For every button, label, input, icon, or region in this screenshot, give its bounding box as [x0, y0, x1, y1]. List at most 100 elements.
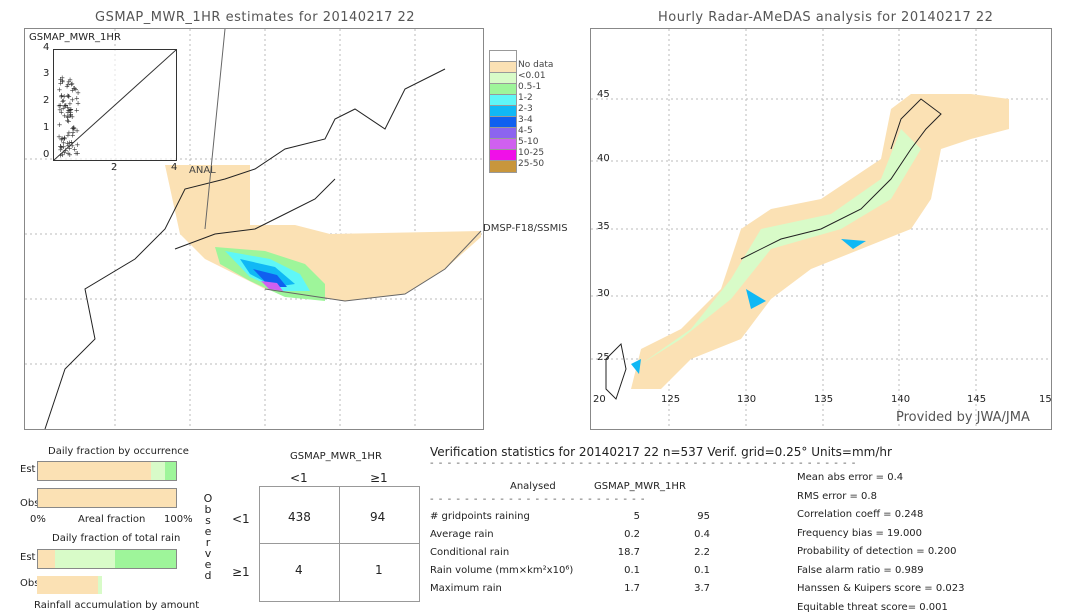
score: False alarm ratio = 0.989 — [797, 564, 924, 576]
occurrence-title: Daily fraction by occurrence — [48, 446, 189, 457]
score: Mean abs error = 0.4 — [797, 472, 904, 483]
scatter-point: + — [74, 127, 80, 135]
right-map-canvas — [591, 29, 1051, 429]
legend-label: 4-5 — [518, 126, 533, 136]
legend-label: 10-25 — [518, 148, 545, 158]
observed-label: Observed — [203, 493, 213, 581]
inset-xtick: 4 — [171, 162, 178, 173]
no-data-swath — [165, 165, 481, 301]
scatter-point: + — [58, 144, 64, 152]
lon-tick: 145 — [967, 394, 987, 405]
total-rain-obs-bar — [37, 576, 175, 594]
lat-tick: 25 — [597, 352, 610, 363]
score: Hanssen & Kuipers score = 0.023 — [797, 583, 965, 594]
total-rain-est-bar — [37, 549, 177, 569]
total-rain-title: Daily fraction of total rain — [52, 533, 181, 544]
est-label: Est — [20, 464, 36, 475]
legend-swatch — [489, 160, 517, 173]
scatter-point: + — [69, 139, 75, 147]
stats-estimate-value: 95 — [697, 511, 710, 522]
lat-tick: 45 — [597, 89, 610, 100]
stats-analysed-value: 0.2 — [624, 529, 640, 540]
bar-segment — [97, 576, 102, 594]
bar-segment — [54, 550, 116, 568]
legend-label: 3-4 — [518, 115, 533, 125]
stats-analysed-value: 5 — [633, 511, 640, 522]
bar-segment — [38, 462, 152, 480]
stats-label: Conditional rain — [430, 547, 510, 558]
inset-ytick: 2 — [43, 95, 50, 106]
anal-label: ANAL — [189, 165, 216, 176]
total-rain-footer: Rainfall accumulation by amount — [34, 600, 200, 611]
lon-tick: 130 — [737, 394, 757, 405]
col-analysed: Analysed — [510, 481, 556, 492]
axis-label: Areal fraction — [78, 514, 146, 525]
scatter-point: + — [66, 129, 72, 137]
legend-label: 0.5-1 — [518, 82, 542, 92]
stats-label: Maximum rain — [430, 583, 502, 594]
stats-analysed-value: 18.7 — [617, 547, 640, 558]
lat-tick: 20 — [593, 394, 606, 405]
est-label: Est — [20, 552, 36, 563]
occurrence-est-bar — [37, 461, 177, 481]
bar-segment — [38, 489, 176, 507]
axis-100: 100% — [164, 514, 193, 525]
analysis-coverage — [631, 94, 1009, 389]
col-ge: ≥1 — [370, 471, 388, 485]
score: Frequency bias = 19.000 — [797, 527, 923, 539]
right-map-title: Hourly Radar-AMeDAS analysis for 2014021… — [658, 10, 994, 25]
scatter-inset: + + + + + + + + + + + + + + + + + + + + + + + + + + + + + + + + + + + + + + + +… — [53, 49, 177, 161]
legend-label: <0.01 — [518, 71, 546, 81]
row-ge: ≥1 — [232, 565, 250, 579]
occurrence-obs-bar — [37, 488, 177, 508]
bar-segment — [151, 462, 165, 480]
axis-0: 0% — [30, 514, 46, 525]
scatter-point: + — [57, 121, 63, 129]
stats-analysed-value: 0.1 — [624, 565, 640, 576]
inset-ytick: 3 — [43, 68, 50, 79]
lon-tick: 135 — [814, 394, 834, 405]
scatter-point: + — [56, 133, 62, 141]
contingency-title: GSMAP_MWR_1HR — [290, 451, 382, 462]
score: Probability of detection = 0.200 — [797, 546, 957, 557]
col-estimate: GSMAP_MWR_1HR — [594, 481, 686, 492]
legend-label: No data — [518, 60, 554, 70]
inset-ytick: 4 — [43, 42, 50, 53]
row-lt: <1 — [232, 512, 250, 526]
lon-tick: 125 — [661, 394, 681, 405]
scatter-point: + — [74, 106, 80, 114]
legend-label: 5-10 — [518, 137, 539, 147]
scatter-point: + — [74, 95, 80, 103]
bar-segment — [37, 576, 98, 594]
inset-ytick: 0 — [43, 149, 50, 160]
stats-estimate-value: 2.2 — [694, 547, 710, 558]
scatter-point: + — [64, 83, 70, 91]
legend-label: 2-3 — [518, 104, 533, 114]
scatter-point: + — [67, 151, 73, 159]
stats-estimate-value: 0.1 — [694, 565, 710, 576]
cell-hit-none: 438 — [288, 510, 311, 524]
cell-miss: 4 — [295, 563, 303, 577]
bar-segment — [38, 550, 55, 568]
score: Correlation coeff = 0.248 — [797, 509, 924, 520]
stats-label: Rain volume (mm×km²x10⁶) — [430, 565, 574, 576]
stats-estimate-value: 0.4 — [694, 529, 710, 540]
score: RMS error = 0.8 — [797, 490, 877, 502]
contingency-table: 438 94 4 1 — [259, 486, 420, 602]
lat-tick: 40 — [597, 153, 610, 164]
observed-letter: d — [204, 569, 212, 582]
scatter-point: + — [58, 79, 64, 87]
inset-ytick: 1 — [43, 122, 50, 133]
bar-segment — [164, 462, 176, 480]
score: Equitable threat score= 0.001 — [797, 601, 948, 613]
left-map: + + + + + + + + + + + + + + + + + + + + + + + + + + + + + + + + + + + + + + + +… — [24, 28, 484, 430]
scatter-plot: ++++++++++++++++++++++++++++++++++++++++… — [53, 49, 177, 161]
stats-header: Verification statistics for 20140217 22 … — [430, 445, 892, 459]
right-map: 45 40 35 30 25 20 125 130 135 140 145 15… — [590, 28, 1052, 430]
col-lt: <1 — [290, 471, 308, 485]
lat-tick: 30 — [597, 288, 610, 299]
stats-analysed-value: 1.7 — [624, 583, 640, 594]
legend-label: 1-2 — [518, 93, 533, 103]
cell-false-alarm: 94 — [370, 510, 386, 524]
lon-tick: 15 — [1039, 394, 1052, 405]
